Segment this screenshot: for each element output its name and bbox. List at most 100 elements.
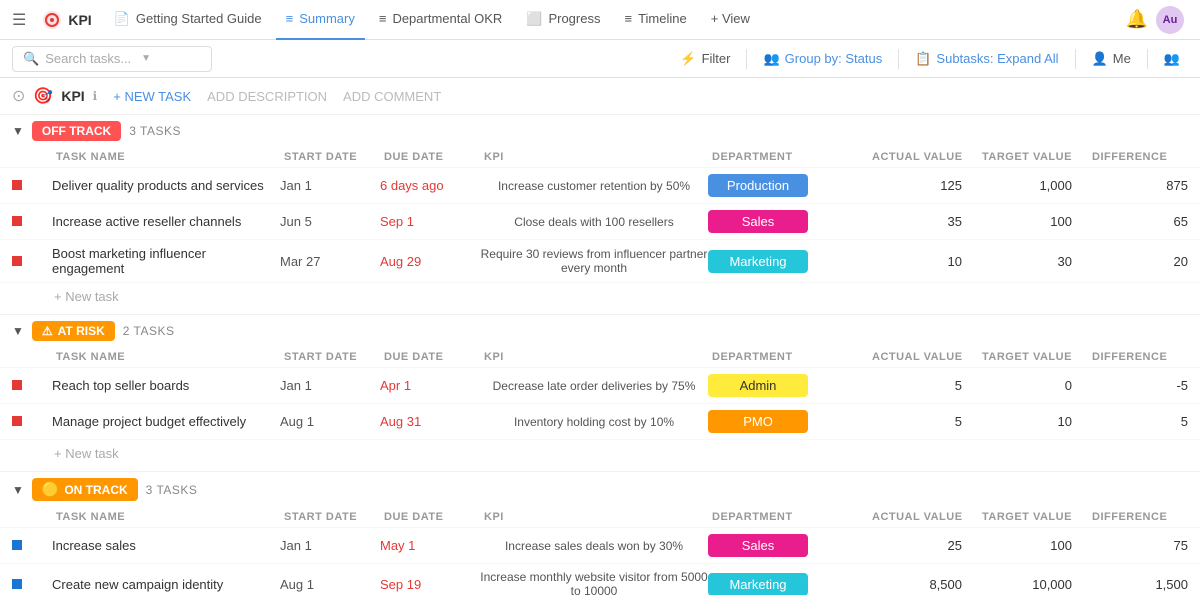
avatar[interactable]: Au <box>1156 6 1184 34</box>
task-target-value: 10,000 <box>978 577 1088 592</box>
subtasks-icon: 📋 <box>915 51 931 67</box>
column-header: Department <box>708 351 868 363</box>
column-headers: Task NameStart DateDue DateKPIDepartment… <box>0 147 1200 168</box>
new-task-row: + New task <box>0 440 1200 471</box>
search-chevron-icon: ▼ <box>141 53 151 64</box>
tab-timeline[interactable]: ≡ Timeline <box>614 0 696 40</box>
column-header: Start Date <box>280 511 380 523</box>
table-row[interactable]: Create new campaign identityAug 1Sep 19I… <box>0 564 1200 595</box>
summary-icon: ≡ <box>286 11 294 26</box>
task-name[interactable]: Increase active reseller channels <box>52 214 280 229</box>
column-header <box>12 351 52 363</box>
task-name[interactable]: Manage project budget effectively <box>52 414 280 429</box>
task-start-date: Mar 27 <box>280 254 380 269</box>
section-count-on-track: 3 TASKS <box>146 483 198 497</box>
task-name[interactable]: Reach top seller boards <box>52 378 280 393</box>
users-button[interactable]: 👥 <box>1156 47 1188 71</box>
column-header: KPI <box>480 511 708 523</box>
table-row[interactable]: Manage project budget effectivelyAug 1Au… <box>0 404 1200 440</box>
new-task-link[interactable]: + New task <box>54 446 119 461</box>
tab-view[interactable]: + View <box>701 0 760 40</box>
top-nav: ☰ KPI 📄 Getting Started Guide ≡ Summary … <box>0 0 1200 40</box>
column-header: Task Name <box>52 511 280 523</box>
table-row[interactable]: Deliver quality products and servicesJan… <box>0 168 1200 204</box>
tab-summary[interactable]: ≡ Summary <box>276 0 365 40</box>
kpi-page-title: KPI <box>61 88 84 104</box>
table-row[interactable]: Increase active reseller channelsJun 5Se… <box>0 204 1200 240</box>
column-header: Due Date <box>380 351 480 363</box>
chevron-down-icon[interactable]: ▼ <box>12 124 24 138</box>
task-kpi-description: Increase customer retention by 50% <box>480 179 708 193</box>
column-header: Actual Value <box>868 351 978 363</box>
new-task-row: + New task <box>0 283 1200 314</box>
toolbar-divider-3 <box>1075 49 1076 69</box>
filter-button[interactable]: ⚡ Filter <box>672 47 738 71</box>
search-box[interactable]: 🔍 Search tasks... ▼ <box>12 46 212 72</box>
column-header: KPI <box>480 151 708 163</box>
task-kpi-description: Increase monthly website visitor from 50… <box>480 570 708 595</box>
task-target-value: 1,000 <box>978 178 1088 193</box>
column-header: KPI <box>480 351 708 363</box>
tab-progress[interactable]: ⬜ Progress <box>516 0 610 40</box>
task-difference: -5 <box>1088 378 1188 393</box>
column-header: Department <box>708 151 868 163</box>
task-actual-value: 35 <box>868 214 978 229</box>
department-badge: Marketing <box>708 573 808 596</box>
task-due-date: Apr 1 <box>380 378 480 393</box>
kpi-page-header: ⊙ 🎯 KPI ℹ + NEW TASK ADD DESCRIPTION ADD… <box>0 78 1200 115</box>
me-icon: 👤 <box>1092 51 1108 67</box>
column-header: Target Value <box>978 151 1088 163</box>
department-badge: Production <box>708 174 808 197</box>
section-header-at-risk[interactable]: ▼⚠ AT RISK2 TASKS <box>0 315 1200 347</box>
notifications-icon[interactable]: 🔔 <box>1126 9 1148 30</box>
table-row[interactable]: Boost marketing influencer engagementMar… <box>0 240 1200 283</box>
section-off-track: ▼OFF TRACK3 TASKSTask NameStart DateDue … <box>0 115 1200 315</box>
department-badge: PMO <box>708 410 808 433</box>
section-header-off-track[interactable]: ▼OFF TRACK3 TASKS <box>0 115 1200 147</box>
column-header: Start Date <box>280 351 380 363</box>
task-name[interactable]: Increase sales <box>52 538 280 553</box>
toolbar: 🔍 Search tasks... ▼ ⚡ Filter 👥 Group by:… <box>0 40 1200 78</box>
task-difference: 5 <box>1088 414 1188 429</box>
nav-logo[interactable]: KPI <box>34 6 99 34</box>
add-description-link[interactable]: ADD DESCRIPTION <box>207 89 327 104</box>
column-header: Difference <box>1088 351 1188 363</box>
departmental-icon: ≡ <box>379 11 387 26</box>
task-actual-value: 10 <box>868 254 978 269</box>
info-icon[interactable]: ℹ <box>93 89 98 103</box>
add-comment-link[interactable]: ADD COMMENT <box>343 89 441 104</box>
subtasks-button[interactable]: 📋 Subtasks: Expand All <box>907 47 1066 71</box>
tab-departmental-okr[interactable]: ≡ Departmental OKR <box>369 0 512 40</box>
toolbar-divider-4 <box>1147 49 1148 69</box>
back-icon[interactable]: ⊙ <box>12 86 25 106</box>
new-task-link[interactable]: + NEW TASK <box>113 89 191 104</box>
toolbar-divider-1 <box>746 49 747 69</box>
tab-getting-started[interactable]: 📄 Getting Started Guide <box>104 0 272 40</box>
task-kpi-description: Close deals with 100 resellers <box>480 215 708 229</box>
task-kpi-description: Increase sales deals won by 30% <box>480 539 708 553</box>
me-button[interactable]: 👤 Me <box>1084 47 1139 71</box>
section-on-track: ▼🟡 ON TRACK3 TASKSTask NameStart DateDue… <box>0 472 1200 595</box>
chevron-down-icon[interactable]: ▼ <box>12 324 24 338</box>
kpi-logo-icon <box>42 10 62 30</box>
menu-icon[interactable]: ☰ <box>8 6 30 34</box>
table-row[interactable]: Increase salesJan 1May 1Increase sales d… <box>0 528 1200 564</box>
task-target-value: 100 <box>978 538 1088 553</box>
new-task-link[interactable]: + New task <box>54 289 119 304</box>
task-name[interactable]: Create new campaign identity <box>52 577 280 592</box>
task-due-date: Aug 31 <box>380 414 480 429</box>
toolbar-divider-2 <box>898 49 899 69</box>
progress-icon: ⬜ <box>526 11 542 27</box>
section-header-on-track[interactable]: ▼🟡 ON TRACK3 TASKS <box>0 472 1200 507</box>
search-icon: 🔍 <box>23 51 39 67</box>
task-difference: 875 <box>1088 178 1188 193</box>
task-target-value: 30 <box>978 254 1088 269</box>
task-color-dot <box>12 256 22 266</box>
group-by-button[interactable]: 👥 Group by: Status <box>755 47 890 71</box>
task-name[interactable]: Boost marketing influencer engagement <box>52 246 280 276</box>
table-row[interactable]: Reach top seller boardsJan 1Apr 1Decreas… <box>0 368 1200 404</box>
chevron-down-icon[interactable]: ▼ <box>12 483 24 497</box>
task-name[interactable]: Deliver quality products and services <box>52 178 280 193</box>
task-actual-value: 8,500 <box>868 577 978 592</box>
department-badge: Admin <box>708 374 808 397</box>
